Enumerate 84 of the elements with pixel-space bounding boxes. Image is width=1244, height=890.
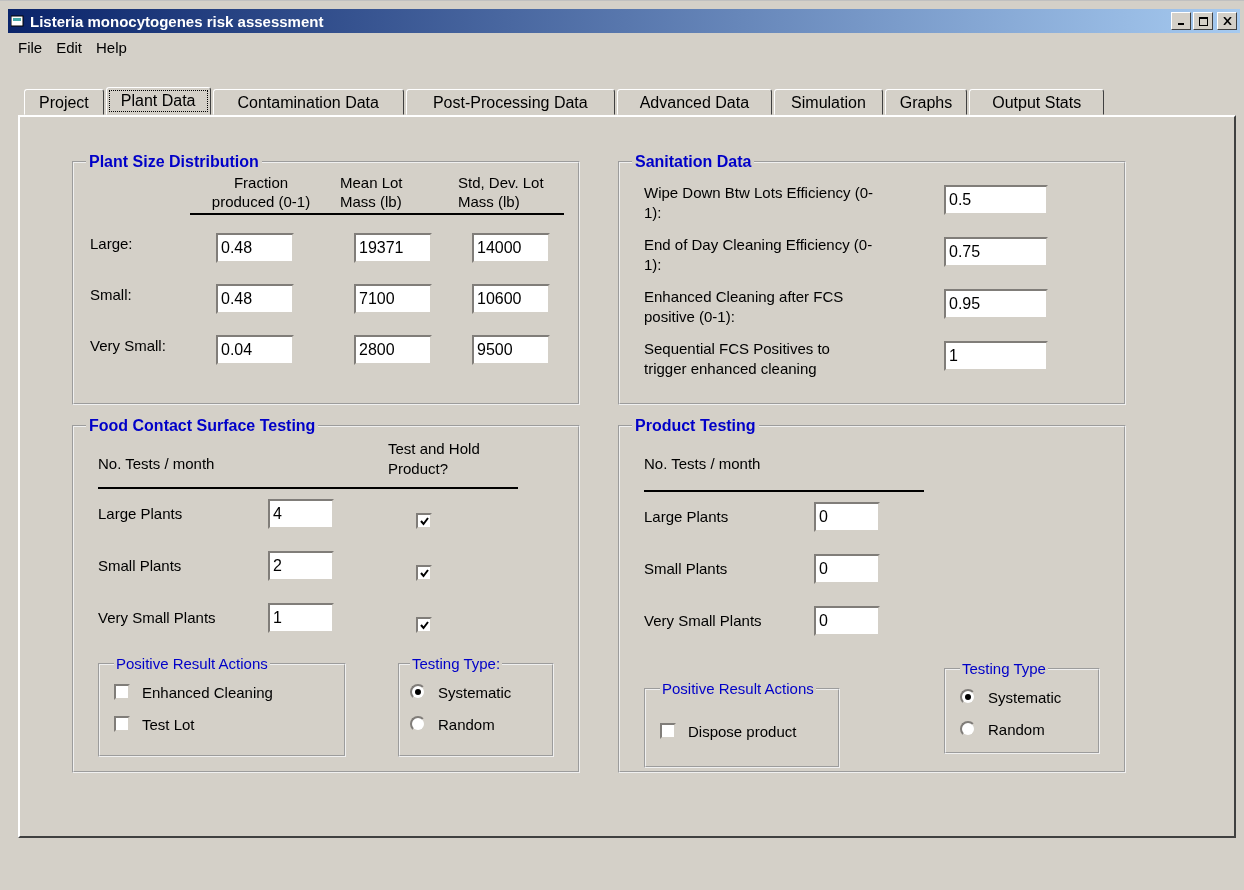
checkbox[interactable] [660, 723, 676, 739]
row-label: Small Plants [98, 557, 183, 576]
column-header: No. Tests / month [98, 454, 216, 472]
maximize-icon [1198, 16, 1208, 26]
tab[interactable]: Graphs [884, 89, 968, 115]
input-field[interactable]: 7100 [354, 283, 432, 314]
input-field[interactable]: 0.75 [944, 237, 1048, 267]
row-label: Large: [89, 234, 134, 254]
field-label: Wipe Down Btw Lots Efficiency (0-1): [644, 183, 874, 223]
menu-item[interactable]: Edit [52, 39, 89, 69]
column-header: No. Tests / month [644, 454, 762, 472]
input-field[interactable]: 0.04 [216, 334, 294, 365]
tab[interactable]: Simulation [774, 89, 883, 115]
input-field[interactable]: 9500 [472, 334, 550, 365]
check-icon [419, 620, 429, 630]
group-title: Food Contact Surface Testing [88, 417, 317, 435]
column-header: Std, Dev. Lot Mass (lb) [458, 173, 545, 211]
radio-button[interactable] [960, 721, 976, 737]
checkbox[interactable] [416, 565, 432, 582]
tab[interactable]: Project [24, 89, 104, 115]
menu-item[interactable]: Help [92, 39, 133, 69]
radio-button[interactable] [410, 716, 426, 732]
field-label: Sequential FCS Positives to trigger enhanced cleaning [644, 339, 831, 379]
group-title: Plant Size Distribution [88, 153, 260, 171]
tab[interactable]: Advanced Data [616, 89, 773, 115]
group-title: Product Testing [634, 417, 757, 435]
group-title: Testing Type [961, 660, 1047, 677]
menu-item[interactable]: File [14, 39, 49, 69]
option-label: Enhanced Cleaning [142, 683, 273, 701]
input-field[interactable]: 1 [944, 341, 1048, 371]
tab[interactable]: Contamination Data [212, 89, 404, 115]
minimize-button[interactable] [1171, 12, 1191, 30]
input-field[interactable]: 1 [268, 603, 334, 633]
input-field[interactable]: 0 [814, 502, 880, 532]
row-label: Large Plants [644, 508, 730, 527]
option-label: Dispose product [688, 722, 797, 740]
input-field[interactable]: 0 [814, 554, 880, 584]
tab[interactable]: Post-Processing Data [405, 89, 615, 115]
group-title: Positive Result Actions [115, 655, 269, 672]
tab[interactable]: Plant Data [105, 87, 211, 115]
input-field[interactable]: 0.95 [944, 289, 1048, 319]
input-field[interactable]: 0.48 [216, 283, 294, 314]
row-label: Small: [89, 285, 133, 305]
input-field[interactable]: 0.5 [944, 185, 1048, 215]
check-icon [419, 516, 429, 526]
checkbox[interactable] [416, 617, 432, 634]
input-field[interactable]: 2800 [354, 334, 432, 365]
option-label: Test Lot [142, 715, 195, 733]
input-field[interactable]: 2 [268, 551, 334, 581]
checkbox[interactable] [416, 513, 432, 530]
radio-button[interactable] [410, 684, 426, 700]
input-field[interactable]: 10600 [472, 283, 550, 314]
checkbox[interactable] [114, 684, 130, 700]
row-label: Very Small Plants [98, 609, 217, 628]
column-header: Test and Hold Product? [387, 439, 481, 479]
input-field[interactable]: 0 [814, 606, 880, 636]
maximize-button[interactable] [1193, 12, 1213, 30]
input-field[interactable]: 14000 [472, 232, 550, 263]
option-label: Systematic [438, 683, 512, 701]
window-title: Listeria monocytogenes risk assessment [30, 12, 324, 30]
option-label: Random [988, 720, 1045, 738]
app-icon [11, 15, 25, 27]
group-title: Testing Type: [411, 655, 502, 672]
input-field[interactable]: 4 [268, 499, 334, 529]
input-field[interactable]: 0.48 [216, 232, 294, 263]
row-label: Very Small Plants [644, 612, 763, 631]
option-label: Random [438, 715, 495, 733]
field-label: End of Day Cleaning Efficiency (0-1): [644, 235, 874, 275]
close-icon [1222, 17, 1232, 25]
option-label: Systematic [988, 688, 1062, 706]
tab[interactable]: Output Stats [969, 89, 1105, 115]
close-button[interactable] [1217, 12, 1237, 30]
row-label: Very Small: [89, 336, 167, 356]
row-label: Large Plants [98, 505, 184, 524]
check-icon [419, 568, 429, 578]
column-header: Mean Lot Mass (lb) [340, 173, 404, 211]
column-header: Fraction produced (0-1) [210, 173, 312, 211]
checkbox[interactable] [114, 716, 130, 732]
field-label: Enhanced Cleaning after FCS positive (0-1): [644, 287, 845, 327]
row-label: Small Plants [644, 560, 729, 579]
group-title: Positive Result Actions [661, 680, 815, 697]
radio-button[interactable] [960, 689, 976, 705]
input-field[interactable]: 19371 [354, 232, 432, 263]
group-title: Sanitation Data [634, 153, 753, 171]
